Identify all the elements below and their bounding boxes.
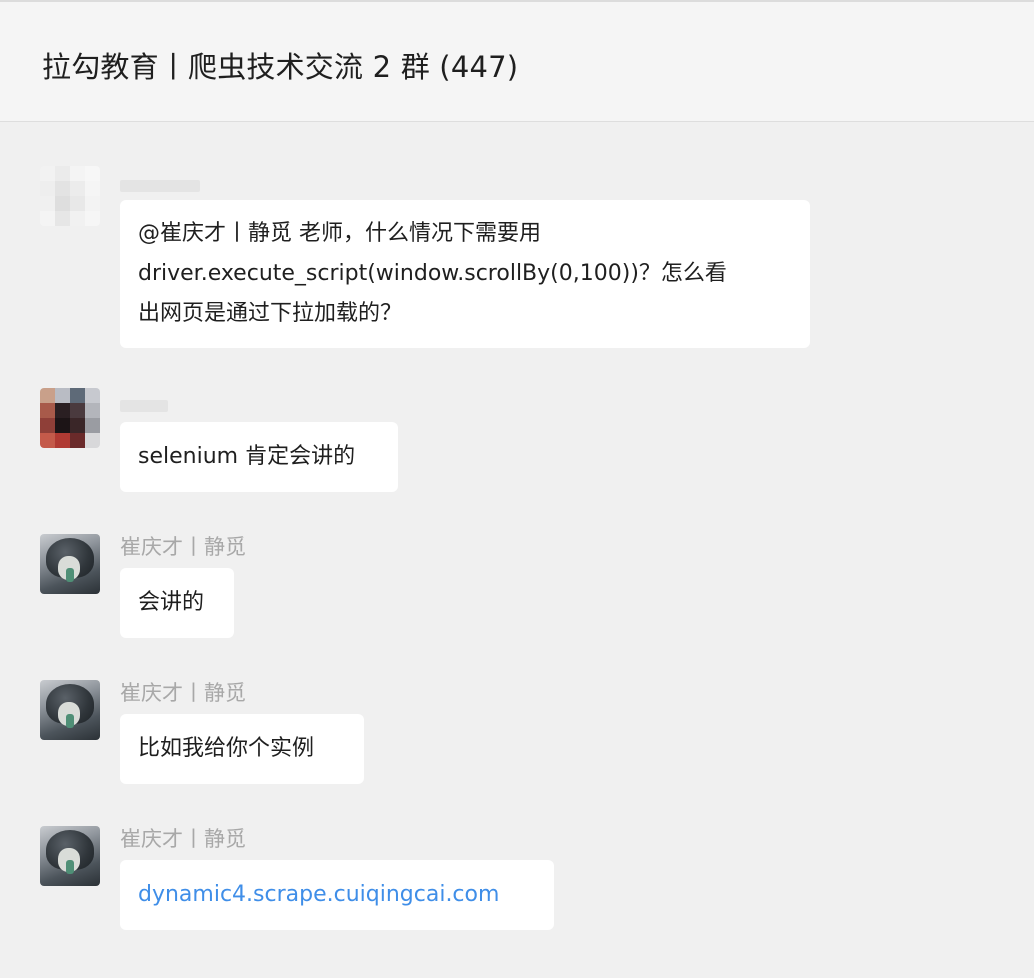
avatar[interactable] (40, 826, 100, 886)
message-text-line: 出网页是通过下拉加载的？ (138, 301, 403, 326)
avatar-mic (66, 568, 74, 582)
message-text-line: driver.execute_script(window.scrollBy(0,… (138, 261, 727, 286)
avatar-mic (66, 860, 74, 874)
message-bubble[interactable]: @崔庆才丨静觅 老师，什么情况下需要用 driver.execute_scrip… (120, 200, 810, 348)
message-text-line: @崔庆才丨静觅 老师，什么情况下需要用 (138, 221, 541, 246)
message-text: 会讲的 (138, 590, 205, 615)
message-text: 比如我给你个实例 (138, 736, 315, 761)
message-bubble[interactable]: dynamic4.scrape.cuiqingcai.com (120, 860, 554, 930)
message-list[interactable]: @崔庆才丨静觅 老师，什么情况下需要用 driver.execute_scrip… (0, 123, 1034, 978)
avatar[interactable] (40, 166, 100, 226)
message-text: selenium 肯定会讲的 (138, 444, 356, 469)
chat-header: 拉勾教育丨爬虫技术交流 2 群 (447) (0, 0, 1034, 122)
sender-name (120, 400, 168, 412)
sender-name: 崔庆才丨静觅 (120, 681, 246, 705)
message-bubble[interactable]: 会讲的 (120, 568, 234, 638)
chat-title: 拉勾教育丨爬虫技术交流 2 群 (447) (42, 50, 519, 84)
sender-name: 崔庆才丨静觅 (120, 535, 246, 559)
avatar-mic (66, 714, 74, 728)
message-link[interactable]: dynamic4.scrape.cuiqingcai.com (138, 882, 499, 907)
sender-name: 崔庆才丨静觅 (120, 827, 246, 851)
message-bubble[interactable]: selenium 肯定会讲的 (120, 422, 398, 492)
avatar[interactable] (40, 534, 100, 594)
avatar[interactable] (40, 680, 100, 740)
avatar[interactable] (40, 388, 100, 448)
message-bubble[interactable]: 比如我给你个实例 (120, 714, 364, 784)
sender-name (120, 180, 200, 192)
